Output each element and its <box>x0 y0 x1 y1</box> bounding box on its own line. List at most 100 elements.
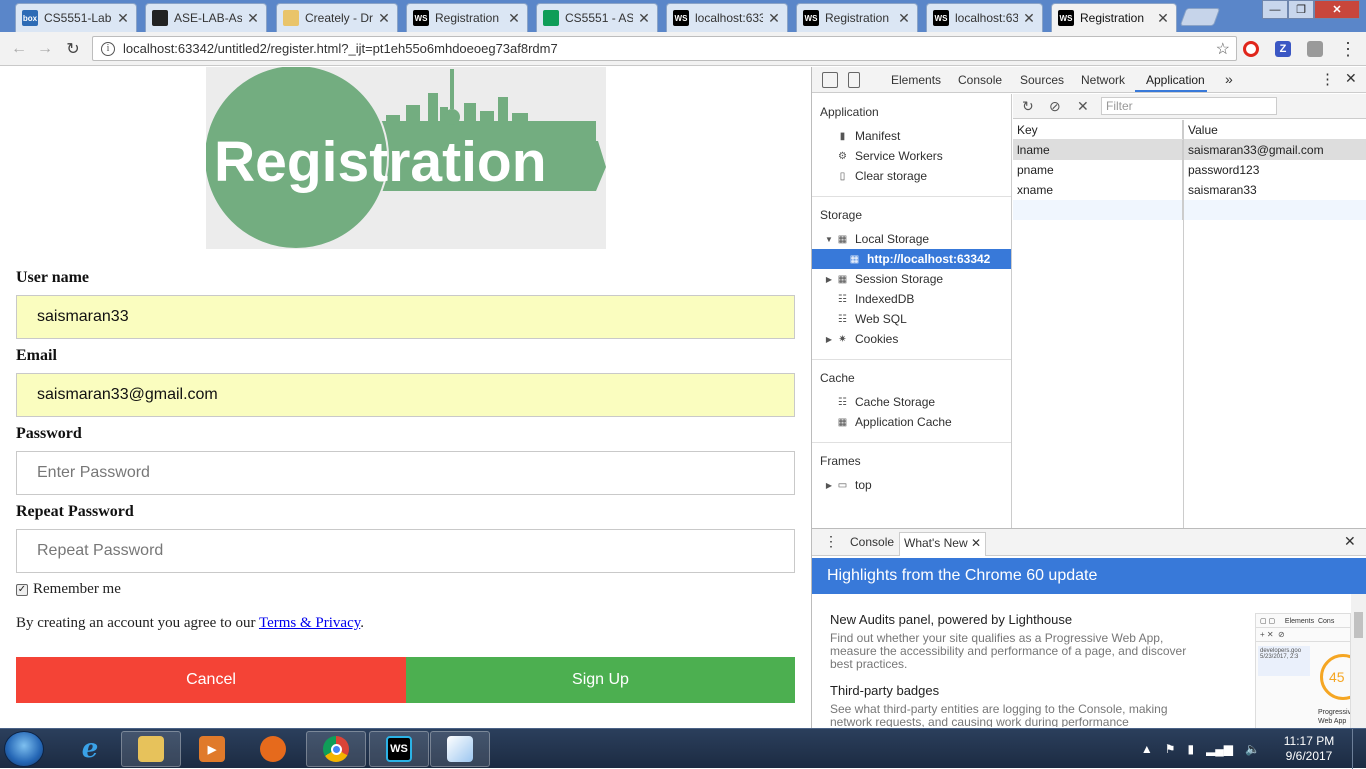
taskbar-paint[interactable] <box>430 731 490 767</box>
drawer-close-icon[interactable]: ✕ <box>1344 533 1356 550</box>
sidebar-item-frame-top[interactable]: ▶ ▭ top <box>812 475 1011 495</box>
sidebar-item-cookies[interactable]: ▶ ✷ Cookies <box>812 329 1011 349</box>
inspect-element-icon[interactable] <box>822 72 838 88</box>
tab-close-icon[interactable]: ✕ <box>1022 10 1036 27</box>
taskbar-file-explorer[interactable] <box>121 731 181 767</box>
browser-tab[interactable]: WS Registration ✕ <box>796 3 918 32</box>
opera-extension-icon[interactable] <box>1243 41 1259 57</box>
window-close-button[interactable]: ✕ <box>1314 0 1360 19</box>
value-cell[interactable]: password123 <box>1183 160 1366 180</box>
password-input[interactable]: Enter Password <box>16 451 795 495</box>
sidebar-item-local-origin[interactable]: ▦ http://localhost:63342 <box>812 249 1011 269</box>
new-tab-button[interactable] <box>1179 8 1221 26</box>
browser-tab[interactable]: ASE-LAB-Ass ✕ <box>145 3 267 32</box>
sidebar-item-clear-storage[interactable]: ▯ Clear storage <box>812 166 1011 186</box>
devtools-tab-application[interactable]: Application <box>1146 73 1205 87</box>
key-column-header[interactable]: Key <box>1013 120 1183 139</box>
sidebar-item-cache-storage[interactable]: ☷ Cache Storage <box>812 392 1011 412</box>
table-row[interactable]: pname password123 <box>1013 160 1366 180</box>
drawer-tab-console[interactable]: Console <box>850 535 894 549</box>
devtools-tab-sources[interactable]: Sources <box>1020 73 1064 87</box>
clear-all-icon[interactable]: ⊘ <box>1049 98 1061 115</box>
drawer-tab-whats-new[interactable]: What's New ✕ <box>899 532 987 556</box>
tab-close-icon[interactable]: ✕ <box>246 10 260 27</box>
zotero-extension-icon[interactable]: Z <box>1275 41 1291 57</box>
site-info-icon[interactable]: i <box>101 41 115 56</box>
extension-icon[interactable] <box>1307 41 1323 57</box>
sidebar-item-service-workers[interactable]: ⚙ Service Workers <box>812 146 1011 166</box>
tab-close-icon[interactable]: ✕ <box>1156 10 1170 27</box>
tab-close-icon[interactable]: ✕ <box>637 10 651 27</box>
tab-close-icon[interactable]: ✕ <box>377 10 391 27</box>
browser-tab[interactable]: CS5551 - ASE ✕ <box>536 3 658 32</box>
start-button[interactable] <box>4 731 44 767</box>
maximize-button[interactable]: ❐ <box>1288 0 1314 19</box>
key-cell[interactable]: lname <box>1013 140 1183 160</box>
value-cell[interactable]: saismaran33 <box>1183 180 1366 200</box>
expand-right-icon[interactable]: ▶ <box>824 335 834 344</box>
table-row[interactable]: lname saismaran33@gmail.com <box>1013 140 1366 160</box>
back-arrow-icon[interactable]: ← <box>8 38 30 60</box>
tab-close-icon[interactable]: ✕ <box>507 10 521 27</box>
repeat-password-input[interactable]: Repeat Password <box>16 529 795 573</box>
key-cell[interactable] <box>1013 200 1183 220</box>
browser-tab[interactable]: WS Registration ✕ <box>406 3 528 32</box>
bookmark-star-icon[interactable]: ☆ <box>1216 39 1230 59</box>
sidebar-item-indexeddb[interactable]: ☷ IndexedDB <box>812 289 1011 309</box>
expand-right-icon[interactable]: ▶ <box>824 275 834 284</box>
email-input[interactable]: saismaran33@gmail.com <box>16 373 795 417</box>
battery-icon[interactable]: ▮ <box>1187 742 1194 756</box>
key-cell[interactable]: pname <box>1013 160 1183 180</box>
sidebar-item-local-storage[interactable]: ▼ ▦ Local Storage <box>812 229 1011 249</box>
action-center-flag-icon[interactable]: ⚑ <box>1165 742 1176 756</box>
value-column-header[interactable]: Value <box>1183 120 1366 139</box>
device-toolbar-icon[interactable] <box>848 72 860 88</box>
sidebar-item-websql[interactable]: ☷ Web SQL <box>812 309 1011 329</box>
address-bar[interactable]: i localhost:63342/untitled2/register.htm… <box>92 36 1237 61</box>
close-tab-icon[interactable]: ✕ <box>971 536 981 550</box>
devtools-menu-icon[interactable]: ⋮ <box>1320 70 1335 88</box>
drawer-scrollbar[interactable] <box>1351 594 1366 729</box>
taskbar-chrome[interactable] <box>306 731 366 767</box>
browser-tab[interactable]: WS localhost:633 ✕ <box>926 3 1043 32</box>
tab-close-icon[interactable]: ✕ <box>116 10 130 27</box>
devtools-close-icon[interactable]: ✕ <box>1345 70 1357 87</box>
remember-me-checkbox[interactable]: ✓ <box>16 583 28 596</box>
value-cell[interactable] <box>1183 200 1366 220</box>
reload-icon[interactable]: ↻ <box>62 38 84 60</box>
key-cell[interactable]: xname <box>1013 180 1183 200</box>
refresh-icon[interactable]: ↻ <box>1022 98 1034 115</box>
clock[interactable]: 11:17 PM 9/6/2017 <box>1274 734 1344 764</box>
browser-tab[interactable]: Creately - Dri ✕ <box>276 3 398 32</box>
expand-right-icon[interactable]: ▶ <box>824 481 834 490</box>
browser-menu-icon[interactable]: ⋮ <box>1337 38 1359 60</box>
network-signal-icon[interactable]: ▂▄▆ <box>1206 742 1233 756</box>
value-cell[interactable]: saismaran33@gmail.com <box>1183 140 1366 160</box>
taskbar-media-player[interactable]: ▶ <box>182 731 242 767</box>
browser-tab[interactable]: box CS5551-Lab2 ✕ <box>15 3 137 32</box>
show-hidden-icons-icon[interactable]: ▲ <box>1141 742 1153 756</box>
delete-selected-icon[interactable]: ✕ <box>1077 98 1089 115</box>
browser-tab[interactable]: WS localhost:633 ✕ <box>666 3 788 32</box>
expand-down-icon[interactable]: ▼ <box>824 235 834 244</box>
minimize-button[interactable]: — <box>1262 0 1288 19</box>
sidebar-item-application-cache[interactable]: ▦ Application Cache <box>812 412 1011 432</box>
table-row-empty[interactable] <box>1013 200 1366 220</box>
sidebar-item-manifest[interactable]: ▮ Manifest <box>812 126 1011 146</box>
cancel-button[interactable]: Cancel <box>16 657 406 703</box>
username-input[interactable]: saismaran33 <box>16 295 795 339</box>
devtools-tab-console[interactable]: Console <box>958 73 1002 87</box>
forward-arrow-icon[interactable]: → <box>34 38 56 60</box>
signup-button[interactable]: Sign Up <box>406 657 795 703</box>
terms-privacy-link[interactable]: Terms & Privacy <box>259 615 360 631</box>
devtools-more-tabs[interactable]: » <box>1225 71 1233 87</box>
taskbar-internet-explorer[interactable]: e <box>60 731 120 767</box>
volume-muted-icon[interactable]: 🔈 <box>1245 742 1260 756</box>
devtools-tab-elements[interactable]: Elements <box>891 73 941 87</box>
browser-tab[interactable]: WS Registration ✕ <box>1051 3 1177 32</box>
table-row[interactable]: xname saismaran33 <box>1013 180 1366 200</box>
drawer-menu-icon[interactable]: ⋮ <box>824 533 838 550</box>
tab-close-icon[interactable]: ✕ <box>897 10 911 27</box>
filter-input[interactable]: Filter <box>1101 97 1277 115</box>
show-desktop-button[interactable] <box>1352 729 1366 769</box>
